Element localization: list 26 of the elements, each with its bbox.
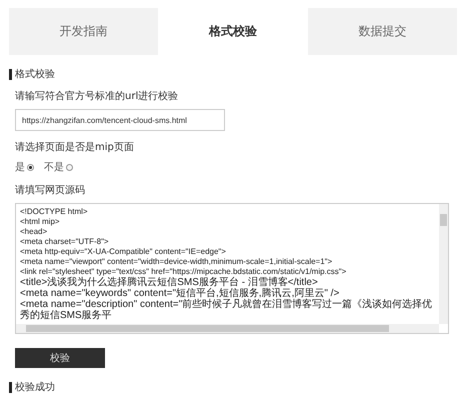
- code-line: <meta name="keywords" content="短信平台,短信服务,腾讯云,阿里云" />: [20, 288, 340, 299]
- field-label: 请输写符合官方号标准的url进行校验: [15, 91, 180, 103]
- radio-label: 是: [15, 161, 25, 174]
- verify-button[interactable]: 校验: [15, 348, 105, 368]
- source-code-field[interactable]: [15, 203, 449, 334]
- result-heading: 校验成功: [9, 382, 449, 393]
- code-line: <head>: [20, 227, 48, 237]
- code-line: <meta http-equiv="X-UA-Compatible" content="IE=edge">: [20, 247, 227, 257]
- horizontal-scrollbar[interactable]: [16, 324, 439, 333]
- radio-button[interactable]: [66, 164, 73, 170]
- radio-button[interactable]: [27, 164, 34, 170]
- field-label: 请选择页面是否是mip页面: [15, 142, 135, 154]
- code-line: <meta name="description" content="前些时候子凡就曾在泪雪博客写过一篇《浅谈如何选择优秀的短信SMS服务平: [20, 299, 434, 321]
- code-line: <link rel="stylesheet" type="text/css" href="https://mipcache.bdstatic.com/static/v1/mip.css">: [20, 267, 348, 276]
- code-line: <title>浅谈我为什么选择腾讯云短信SMS服务平台 - 泪雪博客</title>: [20, 277, 319, 288]
- code-line: <meta charset="UTF-8">: [20, 237, 110, 247]
- vertical-scrollbar[interactable]: [439, 204, 448, 324]
- tab[interactable]: 开发指南: [9, 8, 158, 55]
- code-line: <html mip>: [20, 217, 61, 227]
- code-line: <meta name="viewport" content="width=device-width,minimum-scale=1,initial-scale=1">: [20, 257, 334, 267]
- url-input-field[interactable]: https://zhangzifan.com/tencent-cloud-sms.html: [15, 109, 225, 131]
- code-line: <!DOCTYPE html>: [20, 207, 89, 217]
- tab[interactable]: 数据提交: [308, 8, 457, 55]
- section-heading: 格式校验: [9, 69, 449, 80]
- radio-label: 不是: [44, 161, 64, 174]
- field-label: 请填写网页源码: [15, 185, 86, 197]
